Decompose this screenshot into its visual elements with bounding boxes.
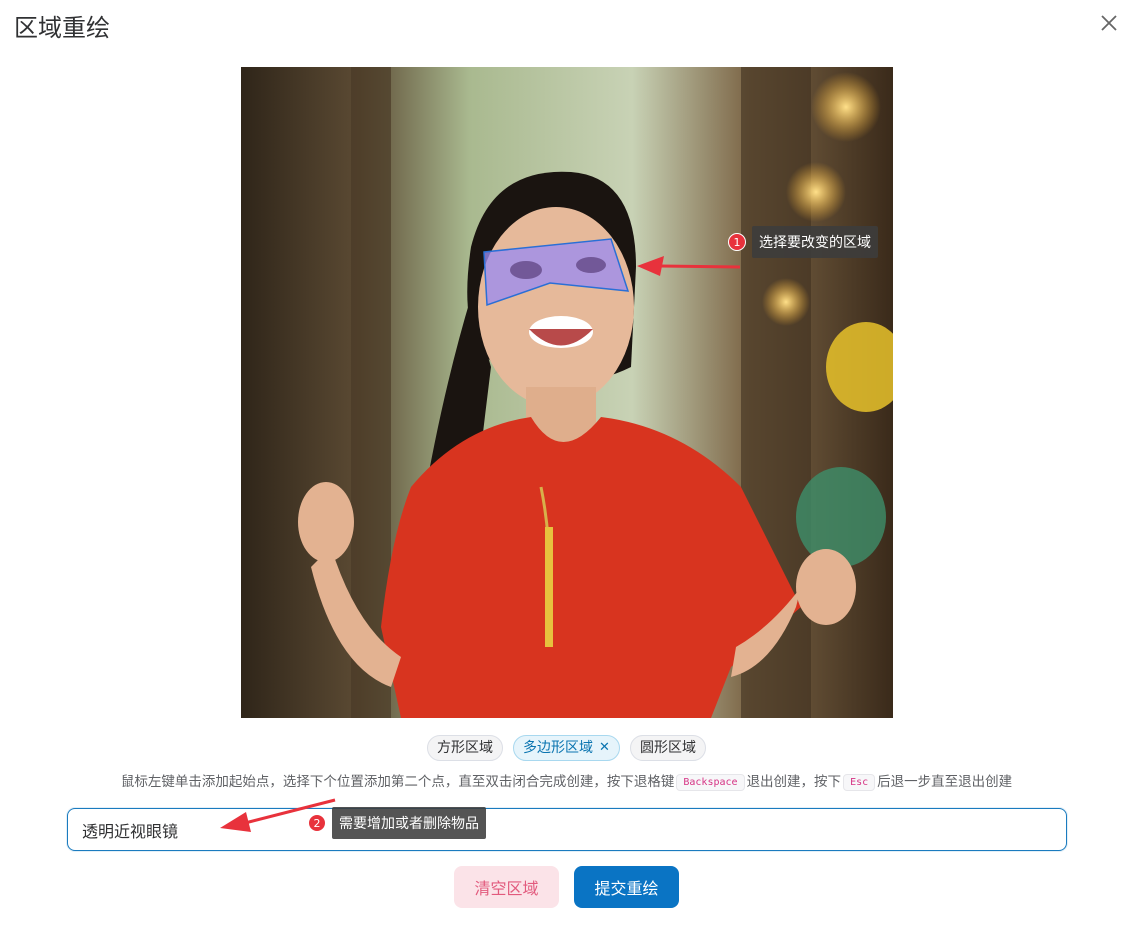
annotation-text: 选择要改变的区域 xyxy=(752,226,878,258)
esc-key: Esc xyxy=(843,773,876,791)
tab-square-region[interactable]: 方形区域 xyxy=(427,735,504,761)
clear-region-button[interactable]: 清空区域 xyxy=(454,866,559,908)
annotation-1: 1 选择要改变的区域 xyxy=(728,226,878,258)
instruction-hint: 鼠标左键单击添加起始点，选择下个位置添加第二个点，直至双击闭合完成创建，按下退格… xyxy=(0,770,1133,791)
backspace-key: Backspace xyxy=(676,773,745,791)
tab-circle-region[interactable]: 圆形区域 xyxy=(629,735,706,761)
tab-label: 圆形区域 xyxy=(639,740,696,756)
prompt-input[interactable] xyxy=(67,808,1067,851)
annotation-text: 需要增加或者删除物品 xyxy=(332,807,486,839)
close-icon[interactable] xyxy=(1097,11,1121,35)
tab-polygon-region[interactable]: 多边形区域 ✕ xyxy=(513,735,620,761)
tab-label: 多边形区域 xyxy=(523,740,594,756)
hint-text: 鼠标左键单击添加起始点，选择下个位置添加第二个点，直至双击闭合完成创建，按下退格… xyxy=(120,774,675,790)
portrait-image[interactable] xyxy=(241,67,893,718)
tab-label: 方形区域 xyxy=(437,740,494,756)
hint-text: 后退一步直至退出创建 xyxy=(877,774,1013,790)
close-icon[interactable]: ✕ xyxy=(599,736,610,760)
submit-repaint-button[interactable]: 提交重绘 xyxy=(574,866,679,908)
annotation-badge: 2 xyxy=(308,814,326,832)
annotation-badge: 1 xyxy=(728,233,746,251)
region-type-tabs: 方形区域 多边形区域 ✕ 圆形区域 xyxy=(0,735,1133,761)
dialog-title: 区域重绘 xyxy=(14,14,110,42)
annotation-2: 2 需要增加或者删除物品 xyxy=(308,807,486,839)
hint-text: 退出创建，按下 xyxy=(746,774,842,790)
